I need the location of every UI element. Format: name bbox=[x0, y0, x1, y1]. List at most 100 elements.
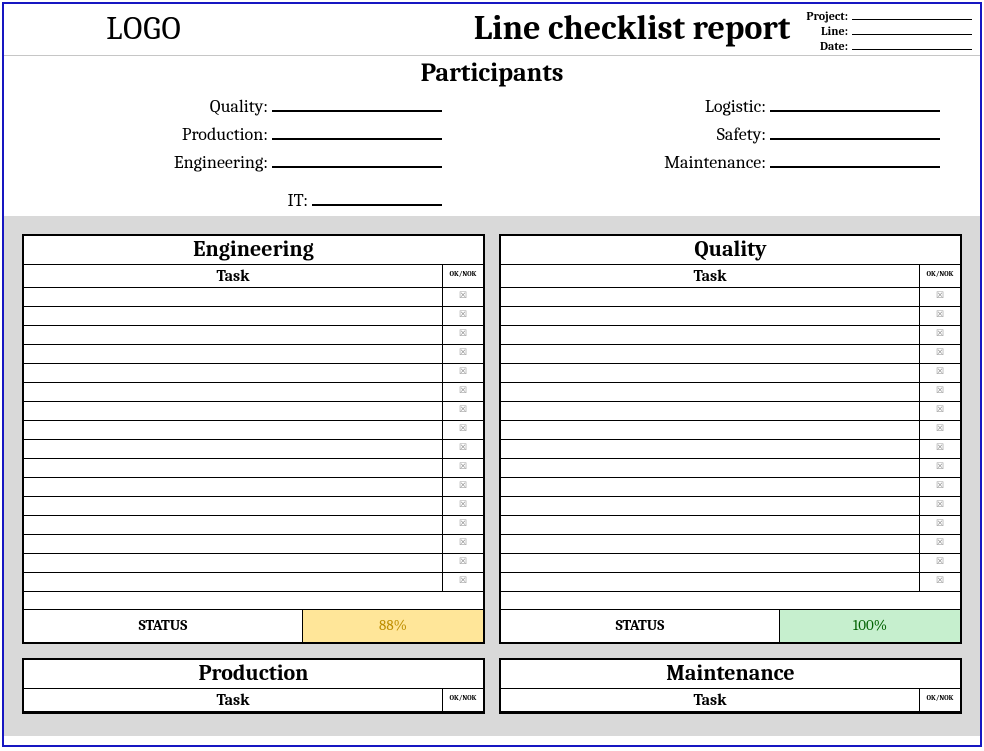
checkbox-icon[interactable] bbox=[459, 462, 467, 471]
ok-cell[interactable] bbox=[443, 364, 483, 382]
checkbox-icon[interactable] bbox=[936, 500, 944, 509]
task-cell[interactable] bbox=[501, 402, 920, 420]
checkbox-icon[interactable] bbox=[459, 481, 467, 490]
ok-cell[interactable] bbox=[443, 402, 483, 420]
checkbox-icon[interactable] bbox=[936, 367, 944, 376]
checkbox-icon[interactable] bbox=[936, 443, 944, 452]
ok-cell[interactable] bbox=[920, 383, 960, 401]
checkbox-icon[interactable] bbox=[936, 424, 944, 433]
checkbox-icon[interactable] bbox=[459, 405, 467, 414]
ok-cell[interactable] bbox=[443, 440, 483, 458]
meta-line-value[interactable] bbox=[852, 21, 972, 35]
task-cell[interactable] bbox=[24, 345, 443, 363]
participant-maintenance-value[interactable] bbox=[770, 146, 940, 168]
ok-cell[interactable] bbox=[920, 478, 960, 496]
checkbox-icon[interactable] bbox=[459, 500, 467, 509]
checkbox-icon[interactable] bbox=[459, 329, 467, 338]
ok-cell[interactable] bbox=[443, 326, 483, 344]
ok-cell[interactable] bbox=[443, 307, 483, 325]
checkbox-icon[interactable] bbox=[459, 348, 467, 357]
checkbox-icon[interactable] bbox=[936, 519, 944, 528]
ok-cell[interactable] bbox=[443, 421, 483, 439]
task-cell[interactable] bbox=[501, 554, 920, 572]
ok-cell[interactable] bbox=[920, 326, 960, 344]
checkbox-icon[interactable] bbox=[459, 424, 467, 433]
ok-cell[interactable] bbox=[920, 573, 960, 591]
task-cell[interactable] bbox=[24, 554, 443, 572]
ok-cell[interactable] bbox=[443, 383, 483, 401]
checkbox-icon[interactable] bbox=[459, 367, 467, 376]
task-cell[interactable] bbox=[501, 535, 920, 553]
ok-cell[interactable] bbox=[443, 497, 483, 515]
ok-cell[interactable] bbox=[920, 402, 960, 420]
task-cell[interactable] bbox=[501, 459, 920, 477]
task-cell[interactable] bbox=[24, 440, 443, 458]
ok-cell[interactable] bbox=[443, 573, 483, 591]
task-cell[interactable] bbox=[24, 421, 443, 439]
task-cell[interactable] bbox=[24, 307, 443, 325]
checkbox-icon[interactable] bbox=[459, 310, 467, 319]
task-cell[interactable] bbox=[501, 478, 920, 496]
checkbox-icon[interactable] bbox=[459, 386, 467, 395]
checkbox-icon[interactable] bbox=[936, 329, 944, 338]
task-cell[interactable] bbox=[24, 497, 443, 515]
checkbox-icon[interactable] bbox=[936, 481, 944, 490]
checkbox-icon[interactable] bbox=[936, 405, 944, 414]
ok-cell[interactable] bbox=[920, 516, 960, 534]
ok-cell[interactable] bbox=[920, 307, 960, 325]
checkbox-icon[interactable] bbox=[459, 557, 467, 566]
participant-safety-value[interactable] bbox=[770, 118, 940, 140]
task-cell[interactable] bbox=[501, 288, 920, 306]
checkbox-icon[interactable] bbox=[459, 443, 467, 452]
checkbox-icon[interactable] bbox=[936, 557, 944, 566]
task-cell[interactable] bbox=[24, 478, 443, 496]
task-cell[interactable] bbox=[24, 573, 443, 591]
ok-cell[interactable] bbox=[443, 478, 483, 496]
checkbox-icon[interactable] bbox=[936, 576, 944, 585]
task-cell[interactable] bbox=[24, 326, 443, 344]
task-cell[interactable] bbox=[501, 573, 920, 591]
ok-cell[interactable] bbox=[920, 459, 960, 477]
ok-cell[interactable] bbox=[443, 535, 483, 553]
ok-cell[interactable] bbox=[443, 288, 483, 306]
task-cell[interactable] bbox=[24, 383, 443, 401]
ok-cell[interactable] bbox=[920, 497, 960, 515]
checkbox-icon[interactable] bbox=[459, 576, 467, 585]
participant-it-value[interactable] bbox=[312, 184, 442, 206]
ok-cell[interactable] bbox=[443, 516, 483, 534]
task-cell[interactable] bbox=[24, 364, 443, 382]
checkbox-icon[interactable] bbox=[936, 348, 944, 357]
ok-cell[interactable] bbox=[443, 459, 483, 477]
task-cell[interactable] bbox=[24, 459, 443, 477]
task-cell[interactable] bbox=[501, 516, 920, 534]
task-cell[interactable] bbox=[501, 326, 920, 344]
task-cell[interactable] bbox=[24, 402, 443, 420]
task-cell[interactable] bbox=[501, 345, 920, 363]
ok-cell[interactable] bbox=[920, 421, 960, 439]
checkbox-icon[interactable] bbox=[459, 519, 467, 528]
task-cell[interactable] bbox=[24, 516, 443, 534]
checkbox-icon[interactable] bbox=[936, 538, 944, 547]
checkbox-icon[interactable] bbox=[936, 386, 944, 395]
ok-cell[interactable] bbox=[920, 535, 960, 553]
task-cell[interactable] bbox=[501, 440, 920, 458]
participant-logistic-value[interactable] bbox=[770, 90, 940, 112]
task-cell[interactable] bbox=[501, 364, 920, 382]
ok-cell[interactable] bbox=[920, 554, 960, 572]
checkbox-icon[interactable] bbox=[459, 291, 467, 300]
ok-cell[interactable] bbox=[443, 345, 483, 363]
checkbox-icon[interactable] bbox=[459, 538, 467, 547]
participant-production-value[interactable] bbox=[272, 118, 442, 140]
meta-date-value[interactable] bbox=[852, 36, 972, 50]
task-cell[interactable] bbox=[501, 497, 920, 515]
participant-engineering-value[interactable] bbox=[272, 146, 442, 168]
participant-quality-value[interactable] bbox=[272, 90, 442, 112]
task-cell[interactable] bbox=[501, 421, 920, 439]
ok-cell[interactable] bbox=[920, 440, 960, 458]
checkbox-icon[interactable] bbox=[936, 462, 944, 471]
ok-cell[interactable] bbox=[920, 345, 960, 363]
meta-project-value[interactable] bbox=[852, 6, 972, 20]
task-cell[interactable] bbox=[24, 288, 443, 306]
task-cell[interactable] bbox=[24, 535, 443, 553]
ok-cell[interactable] bbox=[443, 554, 483, 572]
